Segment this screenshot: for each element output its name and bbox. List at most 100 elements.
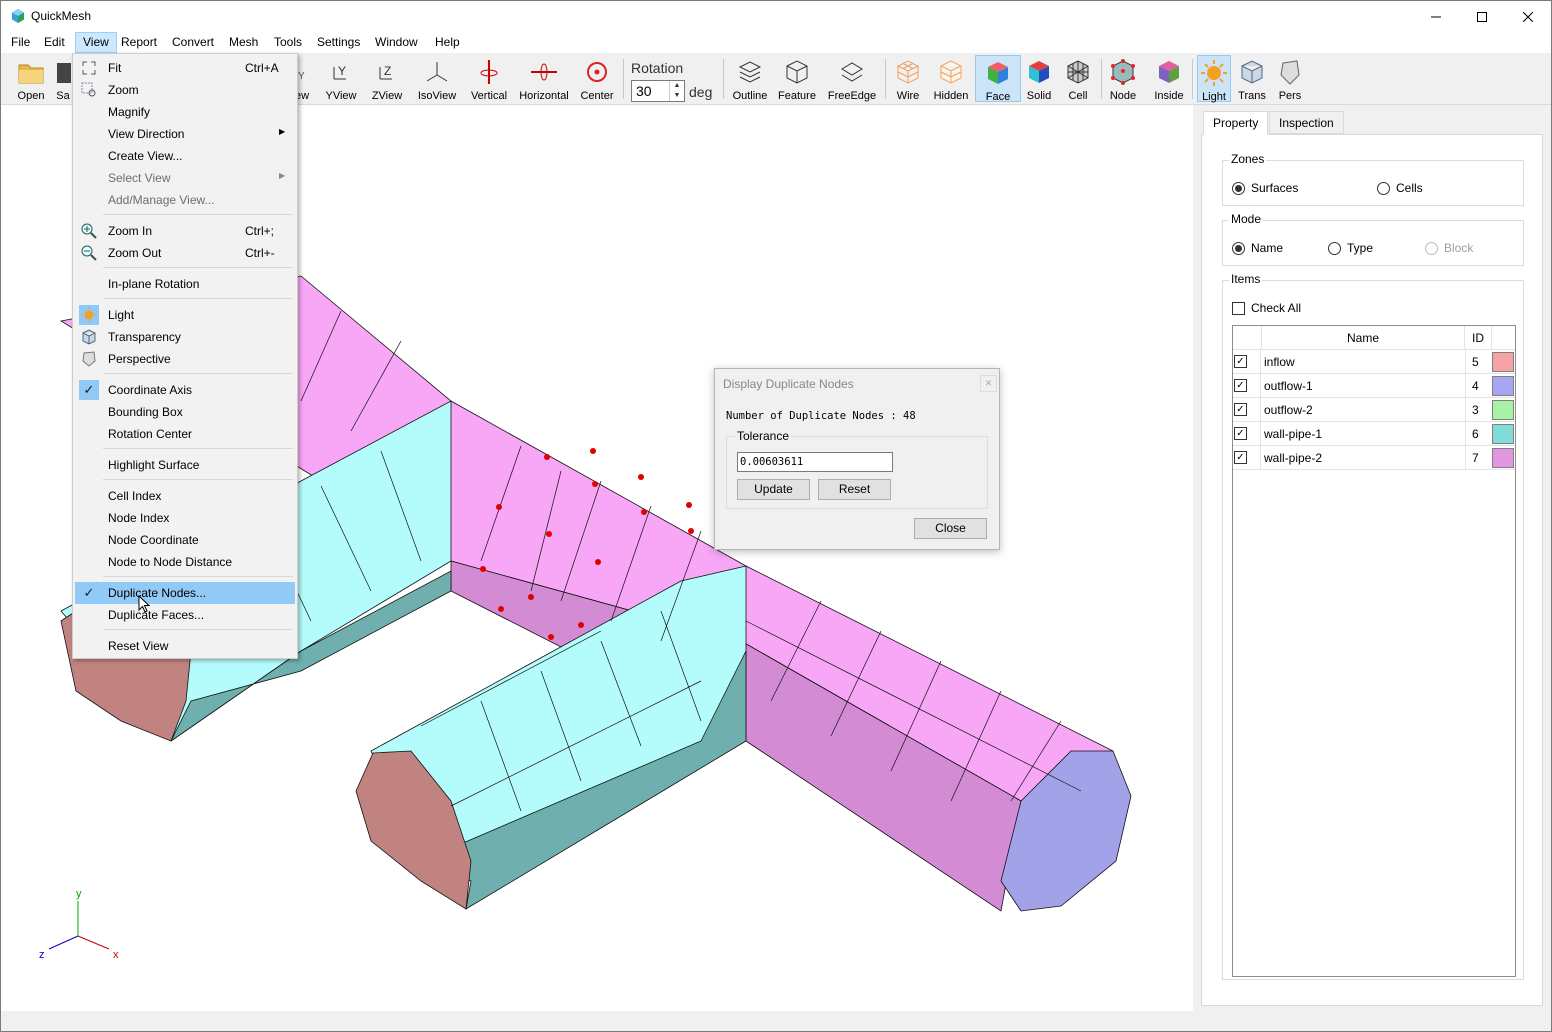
menu-item-highlight-surface[interactable]: Highlight Surface	[75, 454, 295, 476]
coordinate-axis	[48, 901, 110, 950]
row-color-swatch[interactable]	[1492, 400, 1514, 420]
menu-item-zoom-in[interactable]: Zoom In Ctrl+;	[75, 220, 295, 242]
menu-item-inplane-rotation[interactable]: In-plane Rotation	[75, 273, 295, 295]
row-color-swatch[interactable]	[1492, 376, 1514, 396]
menu-item-zoom-out[interactable]: Zoom Out Ctrl+-	[75, 242, 295, 264]
menu-separator	[103, 214, 293, 215]
cell-button[interactable]: Cell	[1063, 55, 1093, 102]
menu-convert[interactable]: Convert	[165, 32, 221, 53]
menu-window[interactable]: Window	[368, 32, 425, 53]
tab-inspection[interactable]: Inspection	[1269, 111, 1344, 134]
menu-help[interactable]: Help	[428, 32, 467, 53]
vertical-button[interactable]: Vertical	[467, 55, 511, 102]
dialog-close-x-button[interactable]: ✕	[980, 375, 997, 392]
toolbar-separator	[1101, 59, 1102, 99]
save-button[interactable]: Sa	[53, 55, 73, 102]
menu-item-light[interactable]: Light	[75, 304, 295, 326]
menu-item-view-direction[interactable]: View Direction ▶	[75, 123, 295, 145]
menu-tools[interactable]: Tools	[267, 32, 309, 53]
open-button[interactable]: Open	[11, 55, 51, 102]
zview-button[interactable]: Z ZView	[367, 55, 407, 102]
menu-item-cell-index[interactable]: Cell Index	[75, 485, 295, 507]
target-icon	[587, 62, 607, 82]
mode-type-radio[interactable]: Type	[1328, 241, 1373, 255]
menu-item-fit[interactable]: Fit Ctrl+A	[75, 57, 295, 79]
wire-button[interactable]: Wire	[890, 55, 926, 102]
dialog-close-button[interactable]: Close	[914, 518, 987, 539]
menu-item-rotation-center[interactable]: Rotation Center	[75, 423, 295, 445]
menu-item-node-index[interactable]: Node Index	[75, 507, 295, 529]
maximize-button[interactable]	[1459, 1, 1505, 32]
menu-item-create-view[interactable]: Create View...	[75, 145, 295, 167]
axis-x-label: x	[113, 949, 119, 961]
feature-button[interactable]: Feature	[777, 55, 817, 102]
col-name-header[interactable]: Name	[1262, 326, 1465, 350]
menu-item-add-manage-view: Add/Manage View...	[108, 193, 215, 207]
menu-item-reset-view[interactable]: Reset View	[75, 635, 295, 657]
sun-icon	[79, 305, 99, 325]
table-row[interactable]: ✓ outflow-1 4	[1233, 374, 1515, 398]
menu-mesh[interactable]: Mesh	[222, 32, 265, 53]
center-button[interactable]: Center	[577, 55, 617, 102]
outline-button[interactable]: Outline	[730, 55, 770, 102]
transparency-cube-icon	[1241, 60, 1263, 84]
table-row[interactable]: ✓ wall-pipe-1 6	[1233, 422, 1515, 446]
row-checkbox[interactable]: ✓	[1234, 451, 1247, 464]
menu-item-magnify[interactable]: Magnify	[75, 101, 295, 123]
row-checkbox[interactable]: ✓	[1234, 403, 1247, 416]
row-checkbox[interactable]: ✓	[1234, 355, 1247, 368]
pers-button[interactable]: Pers	[1273, 55, 1307, 102]
hidden-button[interactable]: Hidden	[931, 55, 971, 102]
horizontal-button[interactable]: Horizontal	[517, 55, 571, 102]
isoview-button[interactable]: IsoView	[414, 55, 460, 102]
light-button[interactable]: Light	[1197, 55, 1231, 103]
freeedge-button[interactable]: FreeEdge	[825, 55, 879, 102]
update-button[interactable]: Update	[737, 479, 810, 500]
row-color-swatch[interactable]	[1492, 352, 1514, 372]
rotation-spinner[interactable]: ▲ ▼	[669, 81, 684, 101]
menu-item-bounding-box[interactable]: Bounding Box	[75, 401, 295, 423]
solid-cube-icon	[1029, 61, 1049, 83]
mode-name-radio[interactable]: Name	[1232, 241, 1283, 255]
reset-button[interactable]: Reset	[818, 479, 891, 500]
table-row[interactable]: ✓ inflow 5	[1233, 350, 1515, 374]
row-color-swatch[interactable]	[1492, 448, 1514, 468]
menu-item-node-to-node-distance[interactable]: Node to Node Distance	[75, 551, 295, 573]
menu-item-transparency[interactable]: Transparency	[75, 326, 295, 348]
col-id-header[interactable]: ID	[1465, 326, 1492, 350]
row-color-swatch[interactable]	[1492, 424, 1514, 444]
menu-file[interactable]: File	[4, 32, 37, 53]
menu-report[interactable]: Report	[114, 32, 164, 53]
perspective-shield-icon	[82, 351, 96, 367]
face-button[interactable]: Face	[975, 55, 1021, 103]
menu-item-duplicate-nodes[interactable]: ✓ Duplicate Nodes...	[75, 582, 295, 604]
zoom-icon	[81, 82, 96, 97]
close-window-button[interactable]	[1505, 1, 1551, 32]
menu-item-coordinate-axis[interactable]: ✓ Coordinate Axis	[75, 379, 295, 401]
inside-button[interactable]: Inside	[1151, 55, 1187, 102]
menu-view[interactable]: View	[75, 32, 117, 53]
tab-property[interactable]: Property	[1203, 111, 1269, 135]
menu-separator	[103, 267, 293, 268]
menu-item-duplicate-faces[interactable]: Duplicate Faces...	[75, 604, 295, 626]
node-button[interactable]: Node	[1107, 55, 1139, 102]
menu-item-zoom[interactable]: Zoom	[75, 79, 295, 101]
check-all-checkbox[interactable]: Check All	[1232, 301, 1301, 315]
zview-icon: Z	[379, 64, 392, 80]
table-row[interactable]: ✓ outflow-2 3	[1233, 398, 1515, 422]
yview-button[interactable]: Y YView	[321, 55, 361, 102]
menu-edit[interactable]: Edit	[37, 32, 72, 53]
duplicate-nodes-dialog: Display Duplicate Nodes ✕ Number of Dupl…	[714, 368, 1000, 550]
tolerance-input[interactable]: 0.00603611	[737, 452, 893, 472]
row-checkbox[interactable]: ✓	[1234, 379, 1247, 392]
solid-button[interactable]: Solid	[1023, 55, 1055, 102]
zones-surfaces-radio[interactable]: Surfaces	[1232, 181, 1298, 195]
table-row[interactable]: ✓ wall-pipe-2 7	[1233, 446, 1515, 470]
row-checkbox[interactable]: ✓	[1234, 427, 1247, 440]
menu-item-node-coordinate[interactable]: Node Coordinate	[75, 529, 295, 551]
menu-item-perspective[interactable]: Perspective	[75, 348, 295, 370]
trans-button[interactable]: Trans	[1235, 55, 1269, 102]
minimize-button[interactable]	[1413, 1, 1459, 32]
zones-cells-radio[interactable]: Cells	[1377, 181, 1423, 195]
menu-settings[interactable]: Settings	[310, 32, 367, 53]
